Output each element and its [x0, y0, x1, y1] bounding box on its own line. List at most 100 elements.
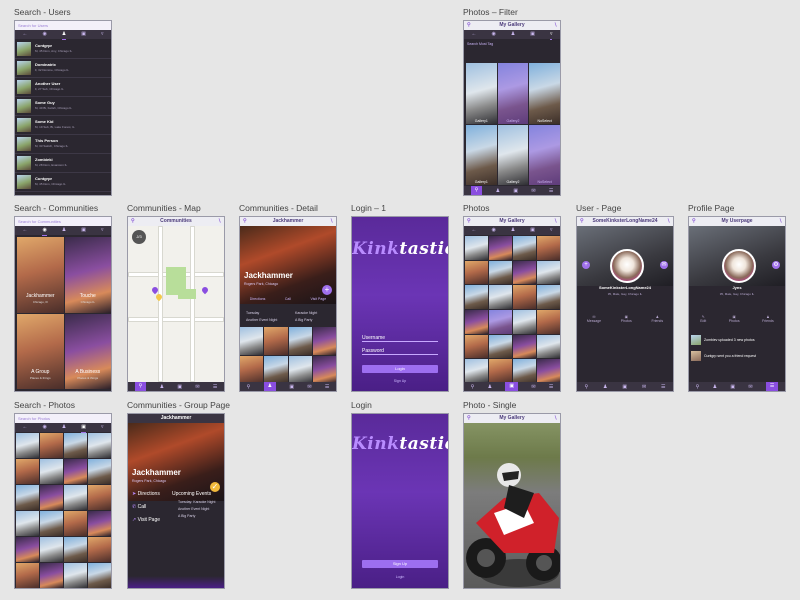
nav-messages-icon[interactable]: ✉	[642, 384, 646, 390]
search-icon[interactable]: ⚲	[692, 217, 696, 226]
search-icon[interactable]: ⚲	[580, 217, 584, 226]
nav-community-icon[interactable]: ♟	[263, 382, 277, 391]
photo-thumb[interactable]	[537, 359, 560, 383]
community-card[interactable]: A Business Places & things	[64, 313, 111, 389]
photo-thumb[interactable]	[40, 485, 63, 510]
gallery-thumb[interactable]: NoSelect	[529, 124, 560, 185]
community-icon[interactable]: ◉	[42, 30, 46, 39]
nav-messages-icon[interactable]: ✉	[531, 384, 535, 390]
action-message[interactable]: ✉ Message	[587, 315, 601, 323]
feed-item[interactable]: Cuntgrp sent you a friend request	[704, 354, 756, 358]
search-icon[interactable]: ⚲	[467, 217, 471, 226]
settings-button[interactable]: ⚙	[772, 261, 780, 269]
filter-icon[interactable]: ▿	[101, 423, 104, 432]
signup-link[interactable]: Sign Up	[352, 379, 448, 383]
nav-menu-icon[interactable]: ☰	[661, 384, 665, 390]
artboard-photos-filter[interactable]: ⚲ My Gallery ∖ ← ◉ ♟ ▣ ▿ Search Most Tag…	[463, 20, 561, 196]
photo-thumb[interactable]	[513, 334, 536, 359]
event-item[interactable]: Tuesday: Karaoke Night	[178, 500, 215, 504]
back-icon[interactable]: ←	[22, 30, 27, 39]
artboard-login[interactable]: Kinktastic Sign Up Login	[351, 413, 449, 589]
photo-thumb[interactable]	[537, 236, 560, 260]
photo-thumb[interactable]	[40, 459, 63, 484]
back-icon[interactable]: ←	[471, 30, 476, 39]
photo-thumb[interactable]	[312, 327, 336, 355]
edit-icon[interactable]: ∖	[779, 217, 782, 226]
photo-thumb[interactable]	[88, 485, 111, 510]
nav-menu-icon[interactable]: ☰	[549, 188, 553, 194]
search-input[interactable]: Search for Communities	[15, 217, 111, 226]
gallery-thumb[interactable]: Gallery1	[466, 124, 497, 185]
back-icon[interactable]: ←	[471, 226, 476, 235]
photo-thumb[interactable]	[489, 260, 512, 285]
event-item[interactable]: Another Event Night	[178, 507, 209, 511]
call-action[interactable]: ✆ Call	[132, 504, 146, 510]
photo-thumb[interactable]	[465, 285, 488, 309]
photo-thumb[interactable]	[513, 236, 536, 260]
search-icon[interactable]: ⚲	[131, 217, 135, 226]
nav-home-icon[interactable]: ⚲	[584, 384, 588, 390]
photo-thumb[interactable]	[537, 334, 560, 359]
nav-community-icon[interactable]: ♟	[603, 384, 607, 390]
users-icon[interactable]: ♟	[511, 226, 515, 235]
gallery-thumb[interactable]: Gallery2	[497, 124, 529, 185]
photo-thumb[interactable]	[16, 537, 39, 562]
photo-thumb[interactable]	[88, 433, 111, 458]
artboard-communities-detail[interactable]: ⚲ Jackhammer ∖ Jackhammer Rogers Park, C…	[239, 216, 337, 392]
photo-thumb[interactable]	[537, 309, 560, 334]
user-row[interactable]: Another User F, 27 Sub, Chicago IL	[15, 78, 111, 97]
photo-thumb[interactable]	[288, 355, 312, 383]
username-field[interactable]: Username	[362, 335, 438, 342]
gallery-thumb[interactable]: Gallery1	[466, 63, 497, 124]
users-icon[interactable]: ♟	[62, 226, 66, 235]
nav-home-icon[interactable]: ⚲	[134, 382, 147, 391]
photo-thumb[interactable]	[64, 537, 87, 562]
nav-home-icon[interactable]: ⚲	[471, 384, 475, 390]
photo-thumb[interactable]	[513, 309, 536, 334]
photo-thumb[interactable]	[288, 327, 312, 355]
photos-icon[interactable]: ▣	[81, 226, 86, 235]
artboard-login-1[interactable]: Kinktastic Username Password Login Sign …	[351, 216, 449, 392]
nav-community-icon[interactable]: ♟	[160, 384, 164, 390]
community-card[interactable]: A Group Places & things	[17, 313, 64, 389]
photo-thumb[interactable]	[489, 236, 512, 260]
photo-thumb[interactable]	[489, 359, 512, 383]
directions-action[interactable]: ➤ Directions	[132, 491, 160, 497]
nav-menu-icon[interactable]: ☰	[549, 384, 553, 390]
photo-thumb[interactable]	[16, 433, 39, 458]
photo-thumb[interactable]	[16, 459, 39, 484]
artboard-photos[interactable]: ⚲ My Gallery ∖ ← ◉ ♟ ▣ ▿ ⚲ ♟ ▣ ✉ ☰	[463, 216, 561, 392]
photos-icon[interactable]: ▣	[81, 30, 86, 39]
artboard-photo-single[interactable]: ⚲ My Gallery ∖	[463, 413, 561, 589]
search-icon[interactable]: ⚲	[467, 414, 471, 423]
photo-thumb[interactable]	[513, 285, 536, 309]
photos-icon[interactable]: ▣	[530, 226, 535, 235]
user-row[interactable]: Some Kid M, 19 Sub, Bi, Lake Forest, IL	[15, 116, 111, 135]
nav-messages-icon[interactable]: ✉	[531, 188, 535, 194]
photo-thumb[interactable]	[16, 563, 39, 588]
join-button[interactable]: ✓	[210, 482, 220, 492]
photo-thumb[interactable]	[64, 563, 87, 588]
users-icon[interactable]: ♟	[511, 30, 515, 39]
artboard-communities-group[interactable]: Jackhammer Jackhammer Rogers Park, Chica…	[127, 413, 225, 589]
photo-thumb[interactable]	[537, 285, 560, 309]
photos-icon[interactable]: ▣	[81, 423, 86, 433]
nav-photos-icon[interactable]: ▣	[289, 384, 294, 390]
tag-icon[interactable]: ◉	[491, 226, 495, 235]
artboard-search-photos[interactable]: Search for Photos ← ◉ ♟ ▣ ▿	[14, 413, 112, 589]
photo-thumb[interactable]	[240, 355, 264, 383]
nav-messages-icon[interactable]: ✉	[307, 384, 311, 390]
users-icon[interactable]: ♟	[62, 423, 66, 432]
artboard-user-page[interactable]: ⚲ SomeKinksterLongName24 ∖ + ✉ SomeKinks…	[576, 216, 674, 392]
action-edit[interactable]: ✎ Edit	[700, 315, 706, 323]
photo-thumb[interactable]	[40, 537, 63, 562]
photo-thumb[interactable]	[64, 433, 87, 458]
nav-menu-icon[interactable]: ☰	[765, 382, 779, 391]
community-card[interactable]: Jackhammer Chicago, Ill	[17, 237, 64, 313]
photo-thumb[interactable]	[513, 260, 536, 285]
tab-call[interactable]: Call	[285, 297, 291, 301]
filter-icon[interactable]: ▿	[101, 30, 104, 39]
user-row[interactable]: Dominatrix F, 32 Domme, Chicago IL	[15, 59, 111, 78]
photo-thumb[interactable]	[40, 511, 63, 536]
photo-thumb[interactable]	[88, 511, 111, 536]
